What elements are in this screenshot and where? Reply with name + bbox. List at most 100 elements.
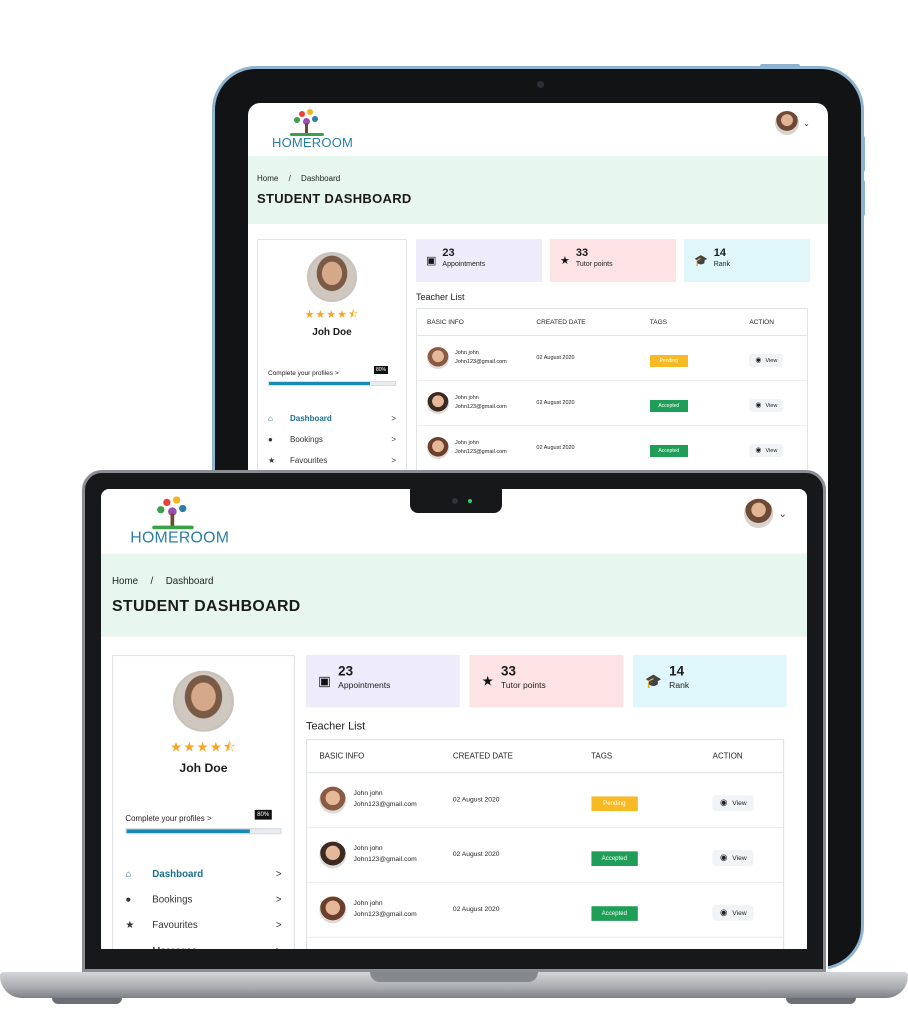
status-badge: Pending: [591, 796, 638, 812]
teacher-email: John123@gmail.com: [455, 449, 507, 455]
stat-text: 33 Tutor points: [576, 247, 613, 268]
view-button[interactable]: ◉View: [749, 399, 784, 412]
rating-stars: ★★★★⯪: [170, 740, 237, 755]
user-menu[interactable]: ⌄: [744, 498, 787, 529]
teacher-avatar: [319, 841, 347, 869]
tag-cell: Accepted: [638, 439, 720, 457]
teacher-name: John john: [353, 900, 383, 908]
sidebar-item-dashboard[interactable]: ⌂ Dashboard >: [125, 861, 281, 887]
stat-value: 23: [442, 247, 455, 259]
sidebar-item-dashboard[interactable]: ⌂ Dashboard >: [268, 408, 396, 429]
view-button[interactable]: ◉ View: [712, 795, 755, 812]
laptop-lid: HOMEROOM ⌄ Home / Dashboard STUDENT DASH…: [82, 470, 826, 972]
profile-avatar: [172, 670, 234, 732]
tag-cell: Pending: [577, 789, 677, 812]
sidebar-item-label: Favourites: [290, 456, 328, 465]
star-icon: ★: [268, 456, 276, 465]
teacher-basic-info: John john John123@gmail.com: [307, 896, 443, 924]
table-row: John john John123@gmail.com 02 August 2020…: [417, 426, 807, 471]
breadcrumb: Home / Dashboard: [112, 576, 798, 587]
eye-icon: ◉: [719, 798, 728, 808]
view-button[interactable]: ◉View: [712, 905, 755, 921]
view-button[interactable]: ◉View: [749, 354, 784, 367]
stat-card-rank: 🎓 14 Rank: [684, 239, 810, 282]
breadcrumb-home[interactable]: Home: [257, 174, 278, 183]
sidebar-item-label: Messages: [152, 945, 276, 949]
sidebar-item-label: Dashboard: [152, 868, 204, 880]
stat-value: 23: [338, 664, 354, 680]
home-icon: ⌂: [268, 414, 273, 423]
stat-text: 23 Appointments: [338, 665, 390, 691]
tablet-power-button: [760, 64, 800, 68]
profile-completion[interactable]: Complete your profiles > 80%: [125, 809, 282, 835]
homeroom-logo[interactable]: HOMEROOM: [272, 109, 353, 150]
page-title: STUDENT DASHBOARD: [111, 596, 301, 615]
teacher-list-title: Teacher List: [305, 719, 366, 732]
breadcrumb-home[interactable]: Home: [112, 576, 138, 587]
tablet-volume-down-button: [861, 180, 865, 216]
sidebar-item-messages[interactable]: ●Messages>: [125, 938, 281, 949]
profile-name: Joh Doe: [179, 762, 228, 776]
status-badge: Accepted: [591, 906, 638, 921]
eye-icon: ◉: [719, 908, 728, 918]
table-row: John john John123@gmail.com 02 August 2020…: [307, 828, 783, 884]
profile-sidebar: ★★★★⯪ Joh Doe Complete your profiles > 8…: [111, 654, 295, 949]
chevron-right-icon: >: [275, 894, 282, 906]
eye-icon: ◉: [755, 357, 762, 364]
sidebar-item-favourites[interactable]: ★ Favourites >: [125, 912, 281, 938]
created-date: 02 August 2020: [536, 355, 575, 361]
column-header-basic-info: BASIC INFO: [427, 318, 464, 326]
graduation-cap-icon: 🎓: [645, 674, 662, 690]
avatar[interactable]: [775, 111, 800, 135]
action-cell: ◉View: [676, 899, 783, 921]
stat-card-tutor-points: ★ 33 Tutor points: [550, 239, 676, 282]
bookings-icon: ●: [268, 435, 273, 444]
column-header-tags: TAGS: [649, 318, 667, 326]
teacher-basic-info: John john John123@gmail.com: [307, 786, 443, 814]
stat-value: 14: [713, 247, 726, 259]
sidebar-item-bookings[interactable]: ● Bookings >: [125, 887, 281, 913]
breadcrumb: Home / Dashboard: [257, 174, 819, 183]
completion-progress-fill: [269, 382, 370, 385]
stat-label: Rank: [669, 681, 690, 691]
table-row: John john John123@gmail.com 02 August 2020…: [307, 883, 783, 938]
webcam-icon: [452, 498, 458, 504]
action-cell: ◉View: [719, 439, 807, 457]
sidebar-item-favourites[interactable]: ★ Favourites >: [268, 450, 396, 471]
view-label: View: [765, 447, 778, 454]
teacher-avatar: [319, 896, 347, 924]
stat-text: 14 Rank: [714, 247, 730, 268]
chevron-right-icon: >: [391, 456, 396, 465]
teacher-name: John john: [353, 845, 383, 853]
chevron-right-icon: >: [275, 919, 282, 931]
teacher-email: John123@gmail.com: [455, 359, 507, 365]
camera-indicator-light: [468, 499, 472, 503]
breadcrumb-current: Dashboard: [301, 174, 341, 183]
homeroom-logo[interactable]: HOMEROOM: [130, 496, 230, 547]
stats-row: ▣ 23 Appointments ★ 33 Tutor points 🎓 14 Rank: [305, 654, 787, 708]
table-header: BASIC INFO CREATED DATE TAGS ACTION: [307, 740, 783, 774]
view-button[interactable]: ◉View: [749, 444, 784, 457]
column-header-action: ACTION: [749, 318, 774, 326]
eye-icon: ◉: [755, 447, 762, 454]
user-menu[interactable]: ⌄: [775, 111, 810, 135]
view-button[interactable]: ◉View: [712, 850, 755, 866]
logo-text: HOMEROOM: [130, 528, 230, 547]
stat-label: Appointments: [442, 261, 486, 268]
avatar[interactable]: [744, 498, 774, 529]
tag-cell: Accepted: [577, 844, 677, 866]
sidebar-item-bookings[interactable]: ● Bookings >: [268, 429, 396, 450]
teacher-list-title: Teacher List: [416, 292, 465, 302]
stat-text: 33 Tutor points: [501, 665, 546, 691]
tag-cell: Accepted: [638, 394, 720, 412]
profile-completion[interactable]: Complete your profiles > 80%: [268, 366, 396, 386]
status-badge: Accepted: [591, 851, 638, 866]
chevron-right-icon: >: [391, 435, 396, 444]
eye-icon: ◉: [719, 853, 728, 863]
chevron-down-icon[interactable]: ⌄: [803, 119, 810, 128]
teacher-name: John john: [353, 790, 383, 798]
view-label: View: [732, 799, 747, 807]
stat-label: Tutor points: [575, 261, 613, 268]
star-icon: ★: [560, 255, 570, 267]
chevron-down-icon[interactable]: ⌄: [778, 508, 786, 519]
